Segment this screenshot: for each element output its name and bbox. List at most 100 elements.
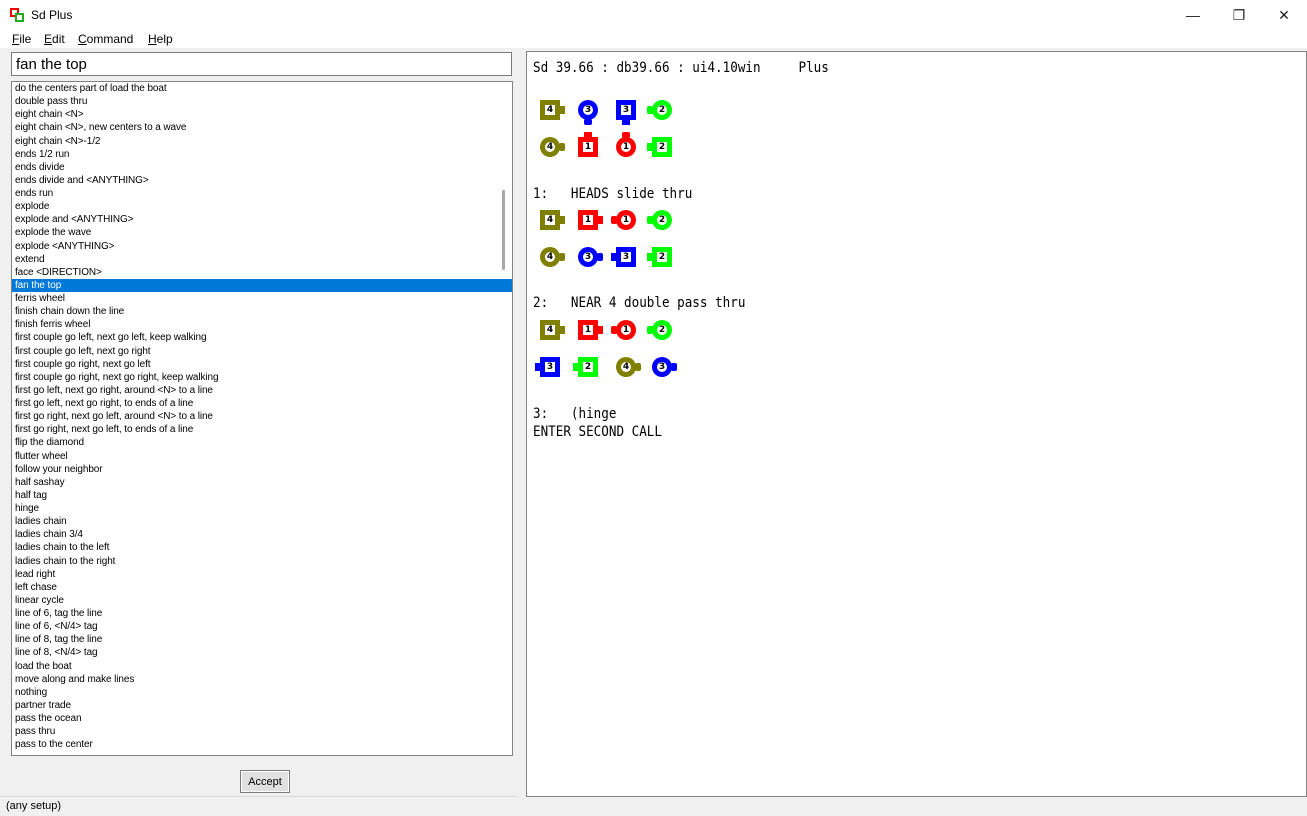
list-item[interactable]: pass the ocean [12,712,512,725]
list-item[interactable]: face <DIRECTION> [12,266,512,279]
menu-file[interactable]: File [12,32,31,46]
dancer-number: 3 [657,362,667,372]
minimize-button[interactable]: — [1170,0,1216,30]
list-item[interactable]: explode and <ANYTHING> [12,213,512,226]
list-item[interactable]: ferris wheel [12,292,512,305]
list-item-selected[interactable]: fan the top [12,278,512,292]
dancer-facing-marker [622,119,630,125]
list-item[interactable]: do the centers part of load the boat [12,82,512,95]
output-call-3: 3: (hinge [533,406,617,422]
list-item[interactable]: linear cycle [12,594,512,607]
dancer-number: 1 [621,215,631,225]
list-item[interactable]: ladies chain to the right [12,555,512,568]
dancer-number: 3 [621,252,631,262]
list-item[interactable]: move along and make lines [12,673,512,686]
list-item[interactable]: load the boat [12,660,512,673]
menu-help[interactable]: Help [148,32,173,46]
dancer-facing-marker [559,216,565,224]
dancer-facing-marker [647,216,653,224]
list-item[interactable]: explode the wave [12,226,512,239]
list-item[interactable]: first go left, next go right, to ends of… [12,397,512,410]
dancer-number: 2 [657,105,667,115]
list-item[interactable]: partner trade [12,699,512,712]
list-item[interactable]: first go left, next go right, around <N>… [12,384,512,397]
list-item[interactable]: line of 6, <N/4> tag [12,620,512,633]
list-item[interactable]: left chase [12,581,512,594]
menu-bar: File Edit Command Help [0,30,1307,48]
list-item[interactable]: ends run [12,187,512,200]
list-item[interactable]: flip the diamond [12,436,512,449]
dancer-number: 2 [583,362,593,372]
maximize-button[interactable]: ❐ [1216,0,1262,30]
list-item[interactable]: eight chain <N>, new centers to a wave [12,121,512,134]
list-item[interactable]: half tag [12,489,512,502]
dancer-1-girl: 1 [609,132,643,159]
dancer-number: 2 [657,252,667,262]
dancer-number: 4 [621,362,631,372]
accept-button[interactable]: Accept [240,770,290,793]
list-item[interactable]: lead right [12,568,512,581]
list-item[interactable]: first couple go right, next go left [12,358,512,371]
list-item[interactable]: ends 1/2 run [12,148,512,161]
list-item[interactable]: nothing [12,686,512,699]
list-item[interactable]: line of 8, tag the line [12,633,512,646]
menu-edit[interactable]: Edit [44,32,65,46]
dancer-4-girl: 4 [609,355,643,379]
list-item[interactable]: double pass thru [12,95,512,108]
menu-command[interactable]: Command [78,32,133,46]
app-icon [10,8,24,22]
dancer-number: 4 [545,105,555,115]
list-item[interactable]: first go right, next go left, around <N>… [12,410,512,423]
call-list[interactable]: do the centers part of load the boat doub… [11,81,513,756]
list-item[interactable]: first couple go left, next go left, keep… [12,331,512,344]
list-item[interactable]: explode [12,200,512,213]
dancer-facing-marker [611,326,617,334]
dancer-facing-marker [559,143,565,151]
list-item[interactable]: extend [12,253,512,266]
list-scrollbar-thumb[interactable] [502,190,505,270]
list-item[interactable]: finish ferris wheel [12,318,512,331]
status-bar: (any setup) [0,796,516,816]
list-item[interactable]: ends divide and <ANYTHING> [12,174,512,187]
dancer-number: 1 [583,142,593,152]
list-item[interactable]: ladies chain 3/4 [12,528,512,541]
dancer-1-girl: 1 [609,208,643,232]
dancer-number: 4 [545,252,555,262]
dancer-number: 1 [583,215,593,225]
dancer-facing-marker [597,216,603,224]
list-item[interactable]: flutter wheel [12,450,512,463]
list-item[interactable]: ends divide [12,161,512,174]
dancer-number: 3 [583,105,593,115]
dancer-number: 4 [545,142,555,152]
list-item[interactable]: ladies chain to the left [12,541,512,554]
list-item[interactable]: pass to the center [12,738,512,751]
dancer-2-boy: 2 [645,135,679,159]
list-item[interactable]: eight chain <N>-1/2 [12,135,512,148]
dancer-number: 2 [657,325,667,335]
window-title: Sd Plus [31,8,73,22]
dancer-1-boy: 1 [571,132,605,159]
list-item[interactable]: line of 8, <N/4> tag [12,646,512,659]
dancer-facing-marker [573,363,579,371]
dancer-number: 3 [545,362,555,372]
list-item[interactable]: half sashay [12,476,512,489]
dancer-4-boy: 4 [533,208,567,232]
list-item[interactable]: line of 6, tag the line [12,607,512,620]
output-header: Sd 39.66 : db39.66 : ui4.10win Plus [533,60,829,76]
list-item[interactable]: ladies chain [12,515,512,528]
output-prompt: ENTER SECOND CALL [533,424,662,440]
command-input[interactable] [11,52,512,76]
dancer-facing-marker [647,106,653,114]
list-item[interactable]: eight chain <N> [12,108,512,121]
list-item[interactable]: explode <ANYTHING> [12,240,512,253]
list-item[interactable]: first couple go right, next go right, ke… [12,371,512,384]
list-item[interactable]: follow your neighbor [12,463,512,476]
close-button[interactable]: ✕ [1261,0,1307,30]
list-item[interactable]: finish chain down the line [12,305,512,318]
list-item[interactable]: hinge [12,502,512,515]
list-item[interactable]: pass thru [12,725,512,738]
list-item[interactable]: first couple go left, next go right [12,345,512,358]
dancer-facing-marker [597,253,603,261]
list-item[interactable]: first go right, next go left, to ends of… [12,423,512,436]
dancer-number: 4 [545,325,555,335]
